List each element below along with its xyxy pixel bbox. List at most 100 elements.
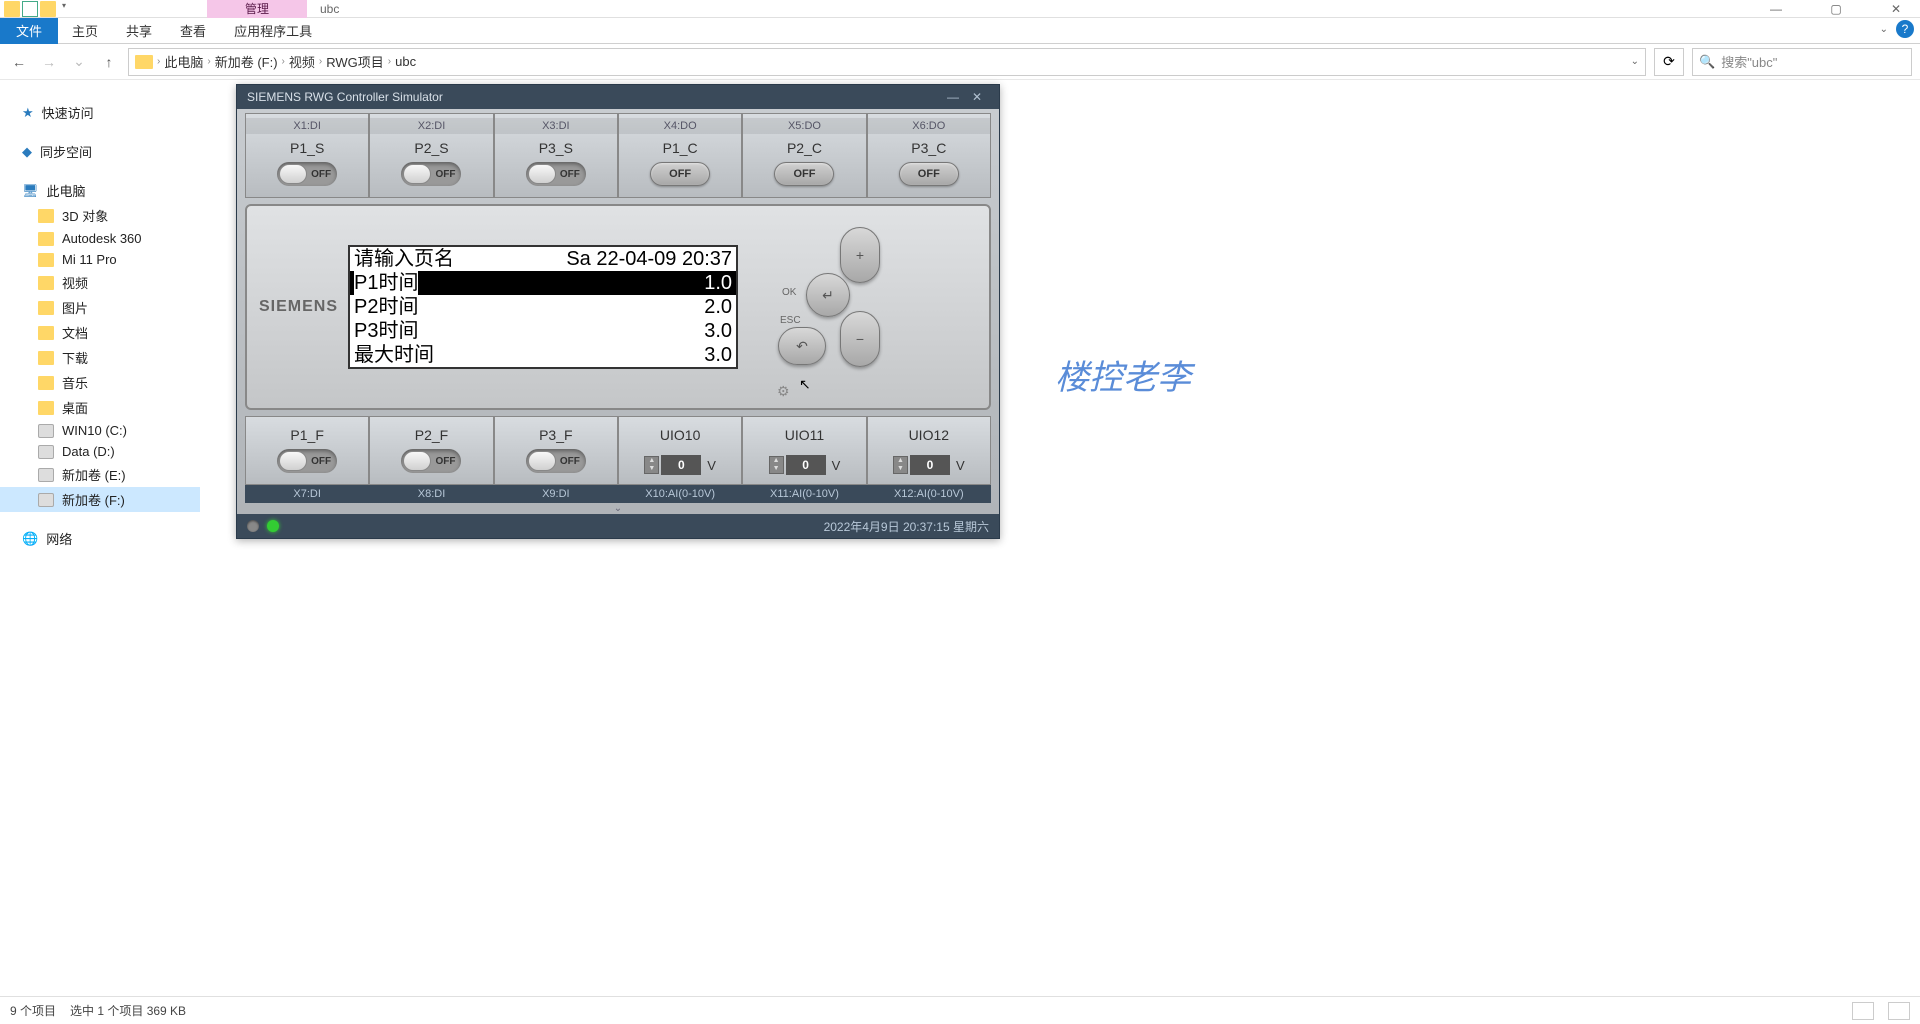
dpad-down-button[interactable]: − — [840, 311, 880, 367]
sim-minimize-button[interactable]: — — [941, 90, 965, 104]
maximize-button[interactable]: ▢ — [1816, 0, 1856, 18]
toggle-p2f[interactable]: OFF — [401, 449, 461, 473]
close-button[interactable]: ✕ — [1876, 0, 1916, 18]
dpad-up-button[interactable]: + — [840, 227, 880, 283]
view-icons-button[interactable] — [1888, 1002, 1910, 1020]
spinner-uio11[interactable]: ▲▼0V — [769, 455, 841, 475]
recent-button[interactable]: ⌄ — [68, 51, 90, 73]
music-icon — [38, 376, 54, 390]
tab-view[interactable]: 查看 — [166, 18, 220, 44]
tab-share[interactable]: 共享 — [112, 18, 166, 44]
folder-icon — [4, 1, 20, 17]
toggle-p2s[interactable]: OFF — [401, 162, 461, 186]
io-name: UIO11 — [743, 421, 865, 449]
crumb-folder[interactable]: ubc — [395, 54, 416, 69]
dpad: OK ESC + ↵ − ↶ — [778, 227, 918, 387]
sidebar-this-pc[interactable]: 🖥此电脑 — [0, 178, 200, 203]
io-cell-x10: UIO10 ▲▼0V — [618, 416, 742, 485]
content-area[interactable]: SIEMENS RWG Controller Simulator — ✕ X1:… — [200, 80, 1920, 996]
sidebar-item-drive-c[interactable]: WIN10 (C:) — [0, 420, 200, 441]
crumb-project[interactable]: RWG项目 — [326, 52, 384, 71]
address-dropdown-icon[interactable]: ⌄ — [1631, 56, 1639, 67]
quick-access-toolbar: ▾ — [4, 1, 66, 17]
sidebar-item-drive-e[interactable]: 新加卷 (E:) — [0, 462, 200, 487]
qat-icon[interactable] — [22, 1, 38, 17]
sidebar-item-3d[interactable]: 3D 对象 — [0, 203, 200, 228]
io-name: P2_F — [370, 421, 492, 449]
sidebar-item-autodesk[interactable]: Autodesk 360 — [0, 228, 200, 249]
sidebar-item-downloads[interactable]: 下载 — [0, 345, 200, 370]
chevron-right-icon[interactable]: › — [319, 56, 322, 67]
simulator-window: SIEMENS RWG Controller Simulator — ✕ X1:… — [236, 84, 1000, 539]
drive-icon — [38, 468, 54, 482]
sidebar-item-desktop[interactable]: 桌面 — [0, 395, 200, 420]
sidebar-quick-access[interactable]: ★快速访问 — [0, 100, 200, 125]
address-bar: ← → ⌄ ↑ › 此电脑 › 新加卷 (F:) › 视频 › RWG项目 › … — [0, 44, 1920, 80]
io-name: P3_F — [495, 421, 617, 449]
drive-icon — [38, 493, 54, 507]
spin-down-icon[interactable]: ▼ — [770, 465, 783, 473]
spinner-uio12[interactable]: ▲▼0V — [893, 455, 965, 475]
simulator-titlebar[interactable]: SIEMENS RWG Controller Simulator — ✕ — [237, 85, 999, 109]
file-tab[interactable]: 文件 — [0, 18, 58, 44]
sidebar-item-documents[interactable]: 文档 — [0, 320, 200, 345]
crumb-drive[interactable]: 新加卷 (F:) — [215, 52, 278, 71]
port-label: X1:DI — [246, 118, 368, 134]
sidebar-item-mi11[interactable]: Mi 11 Pro — [0, 249, 200, 270]
chevron-right-icon[interactable]: › — [388, 56, 391, 67]
lcd-panel: SIEMENS 请输入页名Sa 22-04-09 20:37 P1时间1.0 P… — [245, 204, 991, 410]
lcd-screen: 请输入页名Sa 22-04-09 20:37 P1时间1.0 P2时间2.0 P… — [348, 245, 738, 369]
sidebar-item-pictures[interactable]: 图片 — [0, 295, 200, 320]
view-details-button[interactable] — [1852, 1002, 1874, 1020]
chevron-right-icon[interactable]: › — [207, 56, 210, 67]
toggle-p1f[interactable]: OFF — [277, 449, 337, 473]
back-button[interactable]: ← — [8, 51, 30, 73]
sync-icon: ◆ — [22, 144, 32, 160]
minimize-button[interactable]: — — [1756, 0, 1796, 18]
help-button[interactable]: ? — [1896, 20, 1914, 38]
tab-app-tools[interactable]: 应用程序工具 — [220, 18, 326, 44]
tab-home[interactable]: 主页 — [58, 18, 112, 44]
sidebar-sync[interactable]: ◆同步空间 — [0, 139, 200, 164]
spin-down-icon[interactable]: ▼ — [894, 465, 907, 473]
ribbon-collapse-icon[interactable]: ⌄ — [1880, 24, 1888, 35]
sidebar-item-drive-f[interactable]: 新加卷 (F:) — [0, 487, 200, 512]
spinner-uio10[interactable]: ▲▼0V — [644, 455, 716, 475]
chevron-right-icon[interactable]: › — [282, 56, 285, 67]
search-input[interactable]: 🔍 搜索"ubc" — [1692, 48, 1912, 76]
forward-button[interactable]: → — [38, 51, 60, 73]
spin-up-icon[interactable]: ▲ — [894, 457, 907, 465]
io-cell-x5: X5:DO P2_C OFF — [742, 113, 866, 198]
pc-icon: 🖥 — [22, 183, 39, 199]
spin-up-icon[interactable]: ▲ — [770, 457, 783, 465]
qat-dropdown-icon[interactable]: ▾ — [62, 1, 66, 17]
sim-close-button[interactable]: ✕ — [965, 90, 989, 104]
sidebar-item-drive-d[interactable]: Data (D:) — [0, 441, 200, 462]
spin-up-icon[interactable]: ▲ — [645, 457, 658, 465]
dpad-esc-button[interactable]: ↶ — [778, 327, 826, 365]
desktop-icon — [38, 401, 54, 415]
output-p3c: OFF — [899, 162, 959, 186]
io-cell-x12: UIO12 ▲▼0V — [867, 416, 991, 485]
toggle-p3s[interactable]: OFF — [526, 162, 586, 186]
gear-icon[interactable]: ⚙ — [777, 383, 790, 400]
context-tab[interactable]: 管理 — [207, 0, 307, 18]
device-icon — [38, 253, 54, 267]
crumb-pc[interactable]: 此电脑 — [164, 52, 203, 71]
expand-handle[interactable]: ⌄ — [245, 503, 991, 514]
sidebar-item-music[interactable]: 音乐 — [0, 370, 200, 395]
search-icon: 🔍 — [1699, 54, 1715, 70]
refresh-button[interactable]: ⟳ — [1654, 48, 1684, 76]
sidebar-network[interactable]: 🌐网络 — [0, 526, 200, 551]
toggle-p3f[interactable]: OFF — [526, 449, 586, 473]
io-name: P3_C — [868, 134, 990, 162]
spin-down-icon[interactable]: ▼ — [645, 465, 658, 473]
dpad-ok-button[interactable]: ↵ — [806, 273, 850, 317]
breadcrumb[interactable]: › 此电脑 › 新加卷 (F:) › 视频 › RWG项目 › ubc ⌄ — [128, 48, 1646, 76]
chevron-right-icon[interactable]: › — [157, 56, 160, 67]
sidebar-item-video[interactable]: 视频 — [0, 270, 200, 295]
crumb-video[interactable]: 视频 — [289, 52, 315, 71]
up-button[interactable]: ↑ — [98, 51, 120, 73]
io-name: P1_C — [619, 134, 741, 162]
toggle-p1s[interactable]: OFF — [277, 162, 337, 186]
